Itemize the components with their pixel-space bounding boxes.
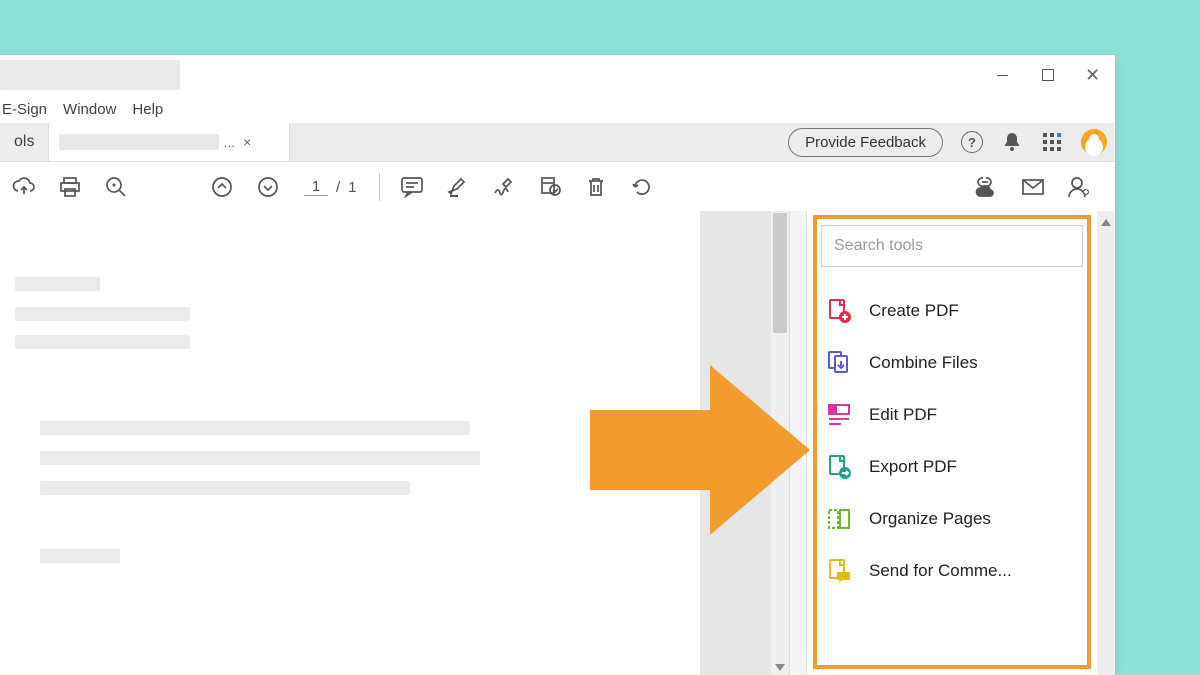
page-slash: / (336, 179, 340, 196)
tool-create-pdf[interactable]: Create PDF (807, 285, 1097, 337)
print-icon[interactable] (52, 169, 88, 205)
highlight-icon[interactable] (440, 169, 476, 205)
link-cloud-icon[interactable] (969, 169, 1005, 205)
tool-label: Organize Pages (869, 509, 991, 529)
tools-side-panel: Search tools Create PDF Combine Files Ed… (807, 211, 1097, 675)
provide-feedback-button[interactable]: Provide Feedback (788, 128, 943, 157)
tool-combine-files[interactable]: Combine Files (807, 337, 1097, 389)
toolbar-separator (379, 173, 380, 201)
stamp-icon[interactable] (532, 169, 568, 205)
profile-avatar[interactable] (1081, 129, 1107, 155)
tool-label: Export PDF (869, 457, 957, 477)
sign-icon[interactable] (486, 169, 522, 205)
page-up-icon[interactable] (204, 169, 240, 205)
panel-scrollbar[interactable] (1097, 211, 1115, 675)
page-total: 1 (348, 179, 356, 196)
tool-label: Send for Comme... (869, 561, 1012, 581)
menu-bar: E-Sign Window Help (0, 95, 1115, 123)
toolbar: 1 / 1 (0, 162, 1115, 213)
combine-files-icon (825, 349, 853, 377)
annotation-arrow (580, 355, 820, 545)
save-cloud-icon[interactable] (6, 169, 42, 205)
send-comments-icon (825, 557, 853, 585)
tool-label: Combine Files (869, 353, 978, 373)
delete-icon[interactable] (578, 169, 614, 205)
minimize-button[interactable] (980, 55, 1025, 95)
tab-document[interactable]: ... × (49, 123, 290, 161)
menu-esign[interactable]: E-Sign (2, 101, 47, 118)
tool-label: Create PDF (869, 301, 959, 321)
apps-grid-icon[interactable] (1041, 131, 1063, 153)
tool-edit-pdf[interactable]: Edit PDF (807, 389, 1097, 441)
tool-organize-pages[interactable]: Organize Pages (807, 493, 1097, 545)
close-tab-button[interactable]: × (243, 134, 251, 150)
search-tools-input[interactable]: Search tools (821, 225, 1083, 267)
doc-name-placeholder (59, 134, 219, 150)
menu-window[interactable]: Window (63, 101, 116, 118)
tool-send-for-comments[interactable]: Send for Comme... (807, 545, 1097, 597)
zoom-icon[interactable] (98, 169, 134, 205)
page-indicator[interactable]: 1 / 1 (304, 178, 357, 196)
close-window-button[interactable]: ✕ (1070, 55, 1115, 95)
doc-name-ellipsis: ... (223, 134, 235, 150)
menu-help[interactable]: Help (132, 101, 163, 118)
app-window: ✕ E-Sign Window Help ols ... × Provide F… (0, 55, 1115, 675)
create-pdf-icon (825, 297, 853, 325)
comment-icon[interactable] (394, 169, 430, 205)
bell-icon[interactable] (1001, 131, 1023, 153)
maximize-button[interactable] (1025, 55, 1070, 95)
tab-tools[interactable]: ols (0, 123, 49, 161)
page-current[interactable]: 1 (304, 178, 328, 196)
rotate-icon[interactable] (624, 169, 660, 205)
edit-pdf-icon (825, 401, 853, 429)
export-pdf-icon (825, 453, 853, 481)
tool-export-pdf[interactable]: Export PDF (807, 441, 1097, 493)
title-placeholder (0, 60, 180, 90)
page-down-icon[interactable] (250, 169, 286, 205)
tool-label: Edit PDF (869, 405, 937, 425)
tab-strip: ols ... × Provide Feedback ? (0, 123, 1115, 162)
help-icon[interactable]: ? (961, 131, 983, 153)
organize-pages-icon (825, 505, 853, 533)
share-person-icon[interactable] (1061, 169, 1097, 205)
title-bar: ✕ (0, 55, 1115, 95)
mail-icon[interactable] (1015, 169, 1051, 205)
